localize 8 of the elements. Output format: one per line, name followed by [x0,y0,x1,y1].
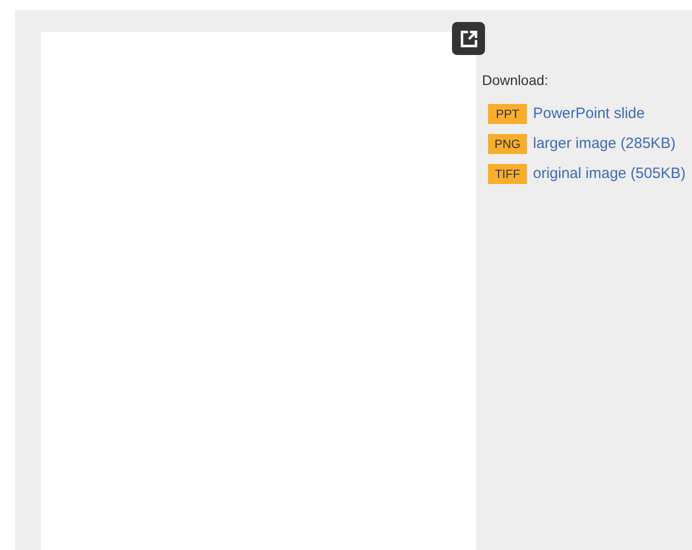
download-label: Download: [482,71,550,89]
open-external-icon[interactable] [452,22,485,55]
download-link[interactable]: larger image (285KB) [533,134,676,154]
file-type-badge: PNG [488,134,527,154]
download-link[interactable]: PowerPoint slide [533,104,645,124]
download-link[interactable]: original image (505KB) [533,164,686,184]
file-type-badge: TIFF [488,164,527,184]
file-type-badge: PPT [488,104,527,124]
